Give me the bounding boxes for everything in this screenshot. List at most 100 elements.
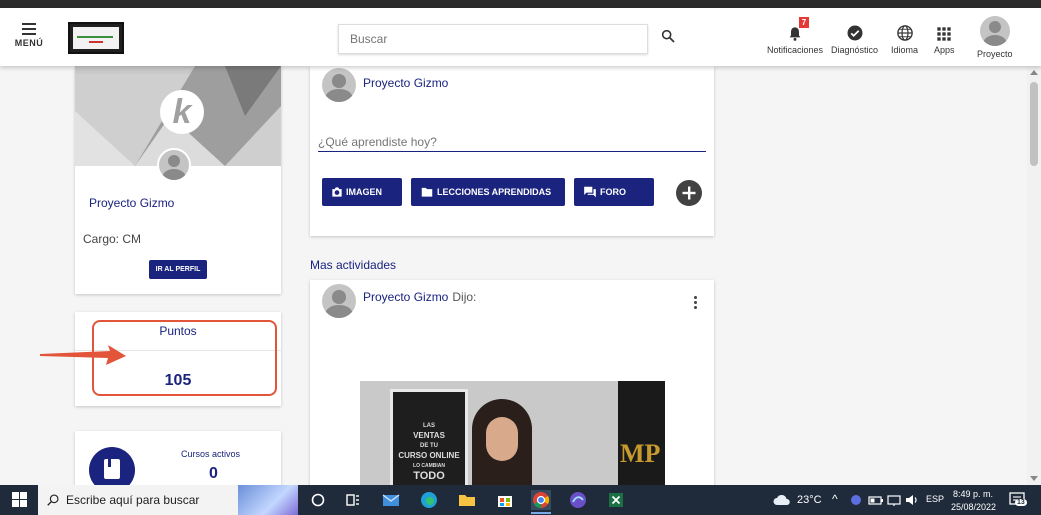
company-logo[interactable] [68,22,124,54]
battery-tray-button[interactable] [866,490,886,510]
tray-app-icon [851,495,861,505]
scroll-up-arrow-icon[interactable] [1030,70,1038,75]
mail-icon [382,494,400,506]
profile-name[interactable]: Proyecto Gizmo [89,196,174,210]
post-verb: Dijo: [452,290,477,304]
taskbar-search[interactable]: Escribe aquí para buscar [38,485,298,515]
menu-button[interactable]: MENÚ [14,23,44,48]
app-header: MENÚ 7 Notificaciones Diagnóstico Idioma [0,8,1041,66]
app-button-purple[interactable] [568,490,588,510]
user-menu-button[interactable]: Proyecto [977,16,1013,59]
chrome-active-indicator [531,512,551,514]
post-options-button[interactable] [694,296,698,311]
lessons-button[interactable]: LECCIONES APRENDIDAS [411,178,565,206]
search-input[interactable] [338,24,648,54]
store-app-button[interactable] [495,490,515,510]
video-sign: LAS VENTAS DE TU CURSO ONLINE LO CAMBIAN… [390,389,468,491]
volume-icon [906,495,917,505]
edge-icon [421,492,437,508]
clock-date[interactable]: 25/08/2022 [951,502,996,512]
notifications-label: Notificaciones [767,45,824,55]
search-highlight-image [238,485,298,515]
weather-widget[interactable] [772,490,792,510]
sign-line: LO CAMBIAN [413,463,445,469]
windows-logo-icon [12,492,27,507]
weather-temperature: 23°C [797,494,822,506]
file-explorer-button[interactable] [457,490,477,510]
profile-avatar [157,148,191,182]
image-button[interactable]: IMAGEN [322,178,402,206]
tray-icons[interactable] [846,490,866,510]
notifications-button[interactable]: 7 Notificaciones [767,17,824,55]
video-shelf [618,381,665,491]
chrome-app-button[interactable] [531,490,551,510]
cortana-circle-icon [311,493,325,507]
store-icon [498,496,512,507]
composer-avatar [322,68,356,102]
clock-time[interactable]: 8:49 p. m. [953,489,993,499]
add-button[interactable] [676,180,702,206]
excel-app-button[interactable] [606,490,626,510]
browser-top-strip [0,0,1041,8]
notification-badge: 7 [799,17,809,28]
forum-icon [584,186,596,198]
volume-tray-button[interactable] [902,490,922,510]
post-author-line: Proyecto Gizmo Dijo: [363,290,476,304]
scroll-down-arrow-icon[interactable] [1030,476,1038,481]
edge-app-button[interactable] [419,490,439,510]
k-logo: k [160,90,204,134]
mail-app-button[interactable] [381,490,401,510]
post-input[interactable] [318,132,706,152]
notification-count: 13 [1015,499,1027,506]
tray-chevron-up-icon[interactable]: ^ [832,492,838,506]
post-author[interactable]: Proyecto Gizmo [363,290,448,304]
annotation-arrow [40,345,126,365]
forum-button[interactable]: FORO [574,178,654,206]
network-tray-button[interactable] [884,490,904,510]
user-label: Proyecto [977,49,1013,59]
courses-label: Cursos activos [181,449,241,459]
language-indicator[interactable]: ESP [926,494,944,504]
language-label: Idioma [891,45,919,55]
diagnostic-label: Diagnóstico [831,45,879,55]
view-profile-button[interactable]: IR AL PERFIL [149,260,207,279]
scroll-thumb[interactable] [1030,82,1038,166]
taskbar-search-placeholder: Escribe aquí para buscar [66,493,200,507]
apps-button[interactable]: Apps [934,22,955,55]
post-video-thumbnail[interactable]: LAS VENTAS DE TU CURSO ONLINE LO CAMBIAN… [360,381,665,491]
windows-taskbar: Escribe aquí para buscar 23°C ^ ESP 8:49… [0,485,1041,515]
video-brand: MP [620,439,661,468]
camera-icon [332,187,342,197]
page-scrollbar[interactable] [1027,66,1041,485]
chrome-icon [533,492,550,509]
plus-icon [682,186,696,200]
check-circle-icon [847,25,863,41]
sign-line: LAS [423,423,435,429]
task-view-icon-button[interactable] [343,490,363,510]
feed-post-card: Proyecto Gizmo Dijo: LAS VENTAS DE TU CUR… [310,280,714,500]
language-button[interactable]: Idioma [891,22,918,55]
search-button[interactable] [660,28,680,48]
task-view-button[interactable] [308,490,328,510]
app-orb-icon [570,492,586,508]
folder-icon [459,495,475,506]
network-icon [887,495,901,506]
post-composer-card: Proyecto Gizmo IMAGEN LECCIONES APRENDID… [310,66,714,236]
start-button[interactable] [10,490,30,510]
user-avatar [979,16,1010,46]
hamburger-icon [14,23,44,35]
post-avatar [322,284,356,318]
apps-label: Apps [934,45,955,55]
search-icon [661,29,675,43]
video-person [472,399,532,491]
sign-line: TODO [413,470,445,482]
sign-line: CURSO ONLINE [398,451,460,460]
more-vert-icon [694,296,698,309]
excel-icon [609,493,623,507]
diagnostic-button[interactable]: Diagnóstico [831,22,878,55]
task-view-icon [346,494,359,506]
composer-author[interactable]: Proyecto Gizmo [363,76,448,90]
courses-value: 0 [209,465,218,482]
forum-button-label: FORO [600,187,626,197]
apps-grid-icon [937,27,951,41]
